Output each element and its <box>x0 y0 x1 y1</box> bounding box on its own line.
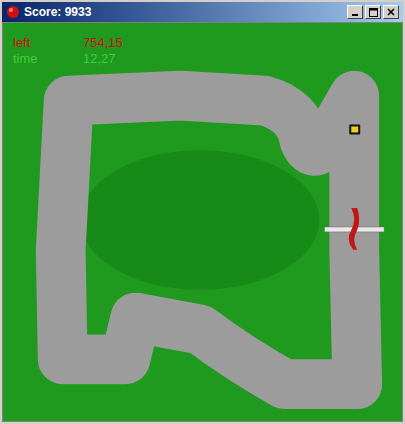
maximize-icon <box>369 8 378 17</box>
minimize-icon <box>351 8 359 16</box>
hud-value: 12,27 <box>83 51 116 67</box>
title-bar[interactable]: Score: 9933 <box>2 2 403 22</box>
car[interactable] <box>349 124 360 134</box>
hud-row: left 754,15 <box>13 35 123 51</box>
hud-label: time <box>13 51 59 67</box>
hud-row: time 12,27 <box>13 51 123 67</box>
close-icon <box>387 8 395 16</box>
app-icon <box>6 5 20 19</box>
hud-label: left <box>13 35 59 51</box>
maximize-button[interactable] <box>365 5 381 19</box>
minimize-button[interactable] <box>347 5 363 19</box>
hud-value: 754,15 <box>83 35 123 51</box>
race-track <box>3 23 402 421</box>
window-title: Score: 9933 <box>24 3 343 21</box>
hud: left 754,15 time 12,27 <box>13 35 123 67</box>
game-canvas[interactable]: left 754,15 time 12,27 <box>2 22 403 422</box>
game-window: Score: 9933 left 754,15 time 12,27 <box>0 0 405 424</box>
close-button[interactable] <box>383 5 399 19</box>
window-controls <box>347 5 399 19</box>
checkpoint-flag <box>349 208 360 250</box>
